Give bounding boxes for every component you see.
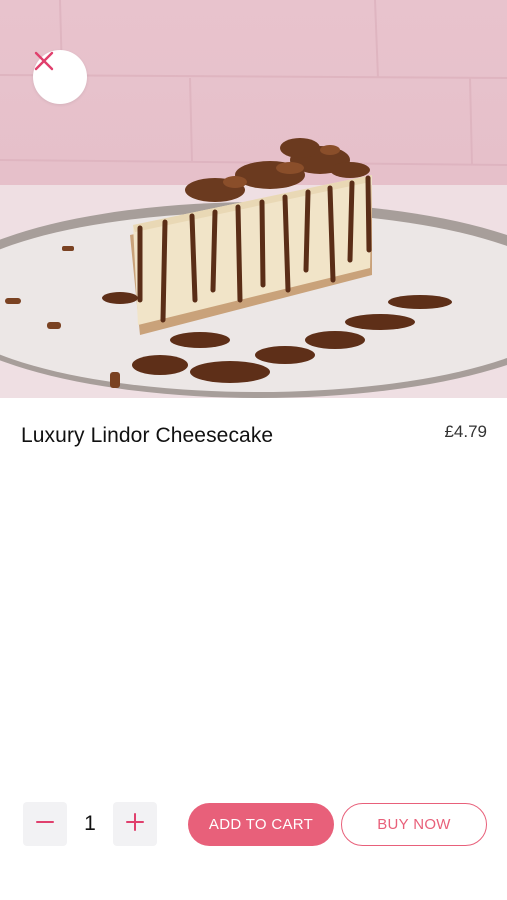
product-title: Luxury Lindor Cheesecake bbox=[21, 424, 274, 447]
minus-icon bbox=[35, 812, 55, 837]
product-price: £4.79 bbox=[444, 422, 487, 441]
decrement-button[interactable] bbox=[23, 802, 67, 846]
plus-icon bbox=[125, 812, 145, 837]
increment-button[interactable] bbox=[113, 802, 157, 846]
add-to-cart-button[interactable]: ADD TO CART bbox=[188, 803, 334, 846]
add-to-cart-label: ADD TO CART bbox=[208, 816, 314, 833]
quantity-value: 1 bbox=[84, 812, 96, 835]
close-button[interactable] bbox=[33, 50, 87, 104]
buy-now-label: BUY NOW bbox=[377, 816, 451, 833]
buy-now-button[interactable]: BUY NOW bbox=[341, 803, 487, 846]
product-image bbox=[0, 0, 507, 398]
